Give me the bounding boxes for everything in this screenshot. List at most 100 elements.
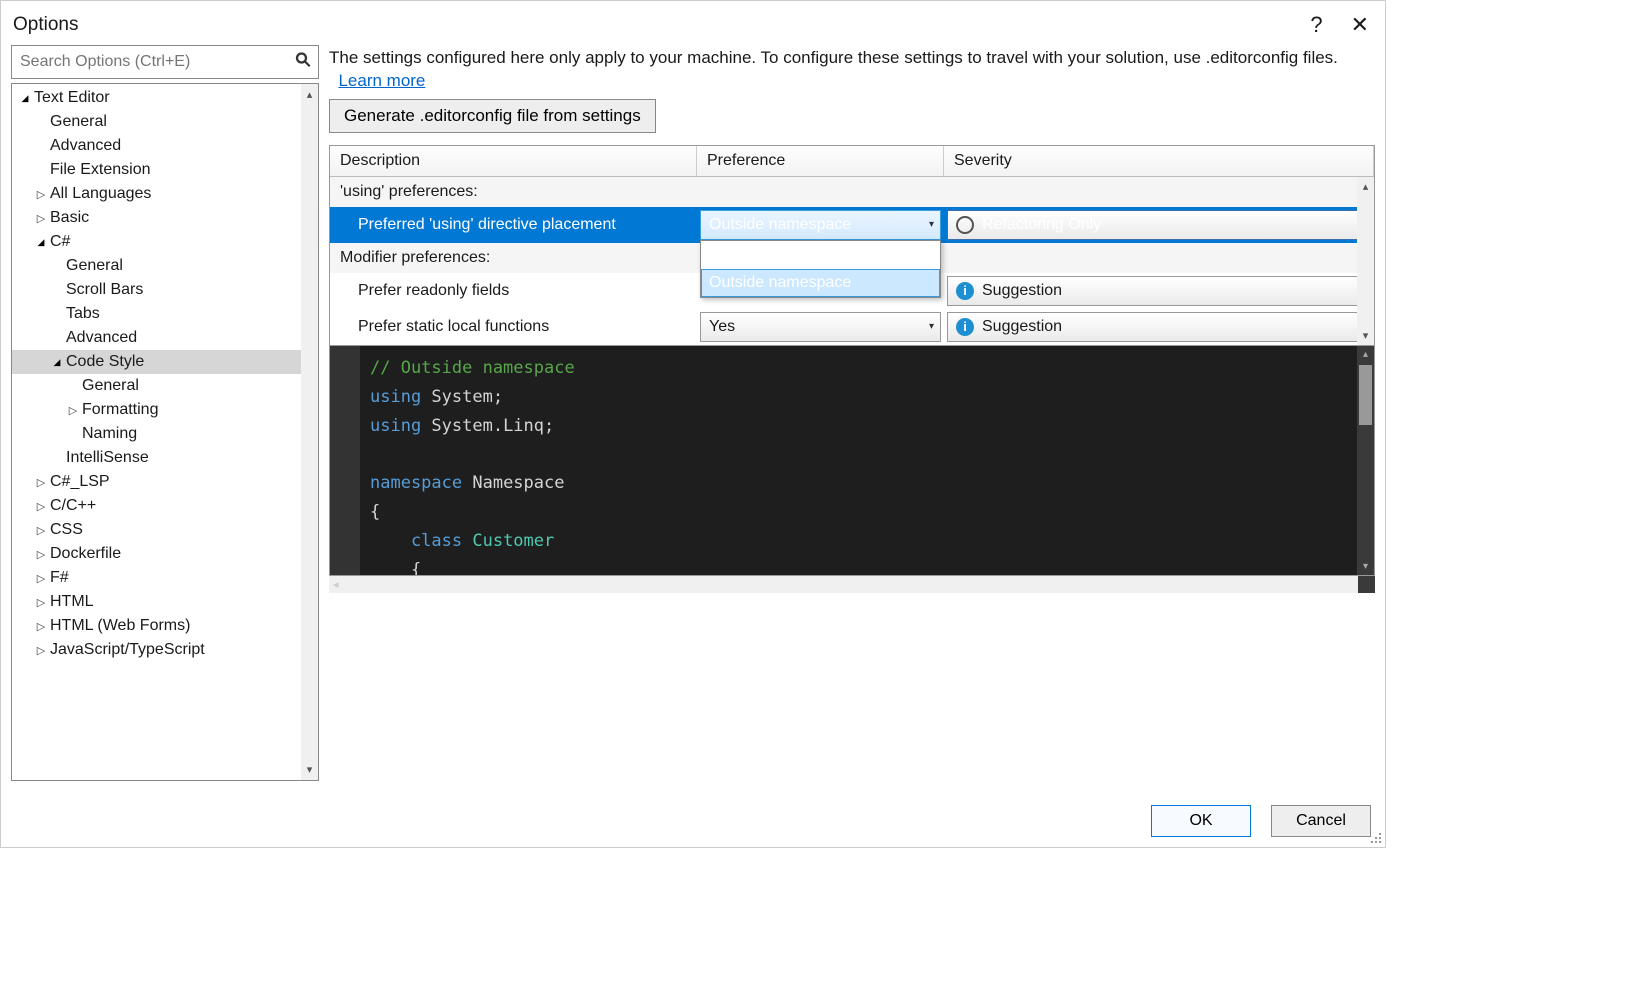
search-input[interactable]	[12, 46, 318, 78]
tree-item-label: Scroll Bars	[66, 281, 143, 299]
tree-item[interactable]: ◢Code Style	[12, 350, 318, 374]
row-static-local[interactable]: Prefer static local functions Yes ▾ i	[330, 309, 1374, 345]
tree-item[interactable]: Advanced	[12, 134, 318, 158]
col-preference[interactable]: Preference	[697, 146, 944, 176]
cancel-button[interactable]: Cancel	[1271, 805, 1371, 837]
help-icon[interactable]: ?	[1310, 12, 1322, 38]
preference-dropdown[interactable]: Yes ▾	[700, 312, 941, 342]
tree-item[interactable]: Scroll Bars	[12, 278, 318, 302]
tree-item[interactable]: ▷HTML (Web Forms)	[12, 614, 318, 638]
info-icon: i	[956, 282, 974, 300]
tree-item-label: C#	[50, 233, 70, 251]
tree-item-label: General	[50, 113, 107, 131]
scroll-down-icon[interactable]: ▾	[307, 759, 313, 780]
tree-item-label: Advanced	[50, 137, 121, 155]
code-content: // Outside namespace using System; using…	[360, 346, 1357, 575]
tree-item[interactable]: General	[12, 110, 318, 134]
scroll-thumb[interactable]	[1359, 365, 1372, 425]
generate-editorconfig-button[interactable]: Generate .editorconfig file from setting…	[329, 99, 656, 133]
tree-item[interactable]: Naming	[12, 422, 318, 446]
tree-item-label: Code Style	[66, 353, 144, 371]
code-hscroll[interactable]: ◂ ▸	[329, 576, 1375, 593]
info-icon: i	[956, 318, 974, 336]
scroll-left-icon[interactable]: ◂	[333, 578, 339, 591]
scroll-up-icon[interactable]: ▴	[1357, 346, 1374, 363]
tree-item[interactable]: ▷C#_LSP	[12, 470, 318, 494]
dialog-footer: OK Cancel	[1, 791, 1385, 847]
learn-more-link[interactable]: Learn more	[338, 71, 425, 90]
scroll-down-icon[interactable]: ▾	[1357, 558, 1374, 575]
chevron-down-icon: ▾	[929, 321, 934, 332]
tree-item-label: General	[66, 257, 123, 275]
tree-item-label: IntelliSense	[66, 449, 149, 467]
tree-item[interactable]: ◢Text Editor	[12, 86, 318, 110]
tree-item-label: CSS	[50, 521, 83, 539]
hint-text: The settings configured here only apply …	[329, 45, 1375, 93]
tree-item-label: HTML (Web Forms)	[50, 617, 190, 635]
tree-item-label: Dockerfile	[50, 545, 121, 563]
resize-grip[interactable]	[1369, 831, 1383, 845]
chevron-down-icon: ▾	[929, 219, 934, 230]
tree-item[interactable]: ▷JavaScript/TypeScript	[12, 638, 318, 662]
tree-item[interactable]: Tabs	[12, 302, 318, 326]
dropdown-option-outside[interactable]: Outside namespace	[701, 269, 940, 297]
preference-dropdown-popup[interactable]: Inside namespace Outside namespace	[700, 240, 941, 298]
tree-item-label: Tabs	[66, 305, 100, 323]
tree-item-label: Advanced	[66, 329, 137, 347]
search-icon	[294, 51, 312, 74]
settings-grid: Description Preference Severity 'using' …	[329, 145, 1375, 346]
tree-item-label: Basic	[50, 209, 89, 227]
tree-item[interactable]: ▷CSS	[12, 518, 318, 542]
tree-item[interactable]: ▷F#	[12, 566, 318, 590]
tree-item[interactable]: General	[12, 254, 318, 278]
tree-item[interactable]: IntelliSense	[12, 446, 318, 470]
col-severity[interactable]: Severity	[944, 146, 1374, 176]
refactoring-icon	[956, 216, 974, 234]
tree-item[interactable]: ▷C/C++	[12, 494, 318, 518]
tree-item[interactable]: General	[12, 374, 318, 398]
tree-item[interactable]: ◢C#	[12, 230, 318, 254]
code-gutter	[330, 346, 360, 575]
window-title: Options	[13, 14, 78, 36]
tree-item[interactable]: Advanced	[12, 326, 318, 350]
tree-arrow-icon: ▷	[34, 212, 48, 225]
tree-arrow-icon: ▷	[34, 596, 48, 609]
tree-arrow-icon: ▷	[34, 572, 48, 585]
scroll-down-icon[interactable]: ▾	[1363, 326, 1369, 345]
tree-arrow-icon: ◢	[50, 357, 64, 368]
tree-item[interactable]: ▷HTML	[12, 590, 318, 614]
tree-arrow-icon: ◢	[34, 237, 48, 248]
tree-arrow-icon: ▷	[34, 500, 48, 513]
tree-item[interactable]: ▷Dockerfile	[12, 542, 318, 566]
code-scrollbar[interactable]: ▴ ▾	[1357, 346, 1374, 575]
preference-dropdown[interactable]: Outside namespace ▾	[700, 210, 941, 240]
scroll-up-icon[interactable]: ▴	[1363, 177, 1369, 196]
ok-button[interactable]: OK	[1151, 805, 1251, 837]
severity-dropdown[interactable]: i Suggestion ▾	[947, 312, 1371, 342]
scroll-up-icon[interactable]: ▴	[307, 84, 313, 105]
tree-item-label: File Extension	[50, 161, 151, 179]
tree-item[interactable]: ▷Formatting	[12, 398, 318, 422]
code-preview: // Outside namespace using System; using…	[329, 346, 1375, 576]
options-tree[interactable]: ◢Text EditorGeneralAdvancedFile Extensio…	[11, 83, 319, 781]
tree-item-label: Text Editor	[34, 89, 110, 107]
tree-item[interactable]: ▷All Languages	[12, 182, 318, 206]
search-input-wrap[interactable]	[11, 45, 319, 79]
col-description[interactable]: Description	[330, 146, 697, 176]
row-using-placement[interactable]: Preferred 'using' directive placement Ou…	[330, 207, 1374, 243]
tree-item[interactable]: ▷Basic	[12, 206, 318, 230]
tree-item-label: HTML	[50, 593, 94, 611]
severity-dropdown[interactable]: i Suggestion ▾	[947, 276, 1371, 306]
grid-scrollbar[interactable]: ▴ ▾	[1357, 177, 1374, 345]
severity-dropdown[interactable]: Refactoring Only ▾	[947, 210, 1371, 240]
dropdown-option-inside[interactable]: Inside namespace	[701, 241, 940, 269]
group-using: 'using' preferences:	[330, 177, 1374, 207]
tree-item[interactable]: File Extension	[12, 158, 318, 182]
close-icon[interactable]: ✕	[1351, 12, 1369, 38]
tree-item-label: All Languages	[50, 185, 151, 203]
tree-item-label: F#	[50, 569, 69, 587]
tree-item-label: C#_LSP	[50, 473, 110, 491]
tree-item-label: Formatting	[82, 401, 158, 419]
tree-scrollbar[interactable]: ▴ ▾	[301, 84, 318, 780]
tree-arrow-icon: ◢	[18, 93, 32, 104]
